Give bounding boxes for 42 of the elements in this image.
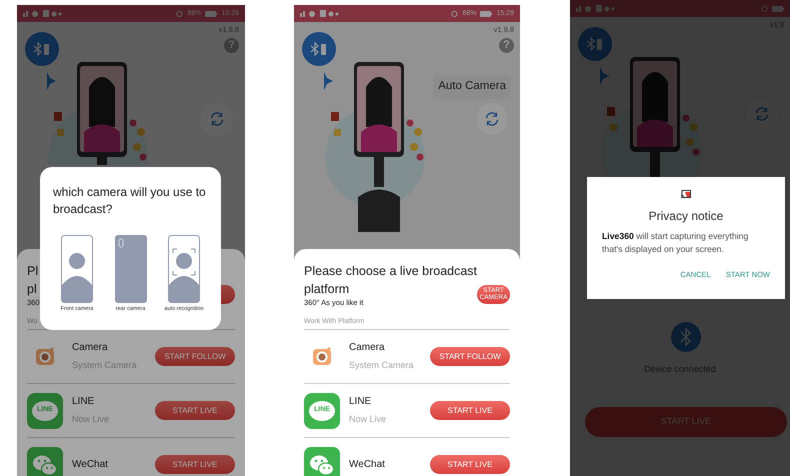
start-button[interactable]: START LIVE — [155, 401, 235, 420]
screen-cast-icon — [681, 190, 691, 199]
help-button[interactable]: ? — [499, 38, 514, 53]
app-name: WeChat — [72, 460, 109, 470]
sheet-title: pl — [27, 281, 38, 298]
bluetooth-button[interactable] — [302, 32, 336, 66]
app-name: LINE — [349, 397, 372, 407]
tooltip: Auto Camera — [433, 75, 511, 99]
refresh-button[interactable] — [201, 103, 233, 135]
bluetooth-button[interactable] — [25, 32, 59, 66]
start-button[interactable]: START LIVE — [430, 455, 510, 474]
app-subtitle: System Camera — [72, 361, 138, 370]
bluetooth-battery-icon — [309, 42, 329, 56]
auto-recognition-icon — [168, 235, 200, 303]
dialog-title: Privacy notice — [648, 210, 724, 222]
dialog-message: Live360 will start capturing everything that's displayed on your screen. — [602, 230, 750, 256]
sheet-title: platform — [304, 281, 350, 298]
help-button[interactable]: ? — [224, 38, 239, 53]
app-subtitle: Now Live — [72, 415, 110, 424]
signal-icon — [23, 10, 63, 17]
sheet-title: Please choose a live broadcast — [304, 263, 478, 280]
app-name: WeChat — [349, 460, 386, 470]
signal-icon — [300, 10, 340, 17]
start-button[interactable]: START LIVE — [155, 455, 235, 474]
refresh-button[interactable] — [476, 103, 508, 135]
refresh-icon — [208, 110, 226, 128]
app-name: Camera — [349, 343, 386, 353]
app-name: LINE — [72, 397, 96, 407]
start-button[interactable]: START LIVE — [430, 401, 510, 420]
start-button[interactable]: START FOLLOW — [155, 347, 235, 366]
app-subtitle: System Camera — [349, 361, 415, 370]
sheet-title: Pl — [27, 263, 38, 280]
dialog-title: which camera will you use to broadcast? — [53, 184, 207, 218]
refresh-icon — [483, 110, 501, 128]
app-name: Camera — [72, 343, 109, 353]
front-camera-icon — [61, 235, 93, 303]
app-subtitle: Now Live — [349, 415, 388, 424]
rear-camera-icon — [114, 235, 146, 303]
start-button[interactable]: START FOLLOW — [430, 347, 510, 366]
bluetooth-battery-icon — [32, 42, 52, 56]
battery-icon — [205, 10, 218, 16]
battery-icon — [480, 10, 492, 16]
